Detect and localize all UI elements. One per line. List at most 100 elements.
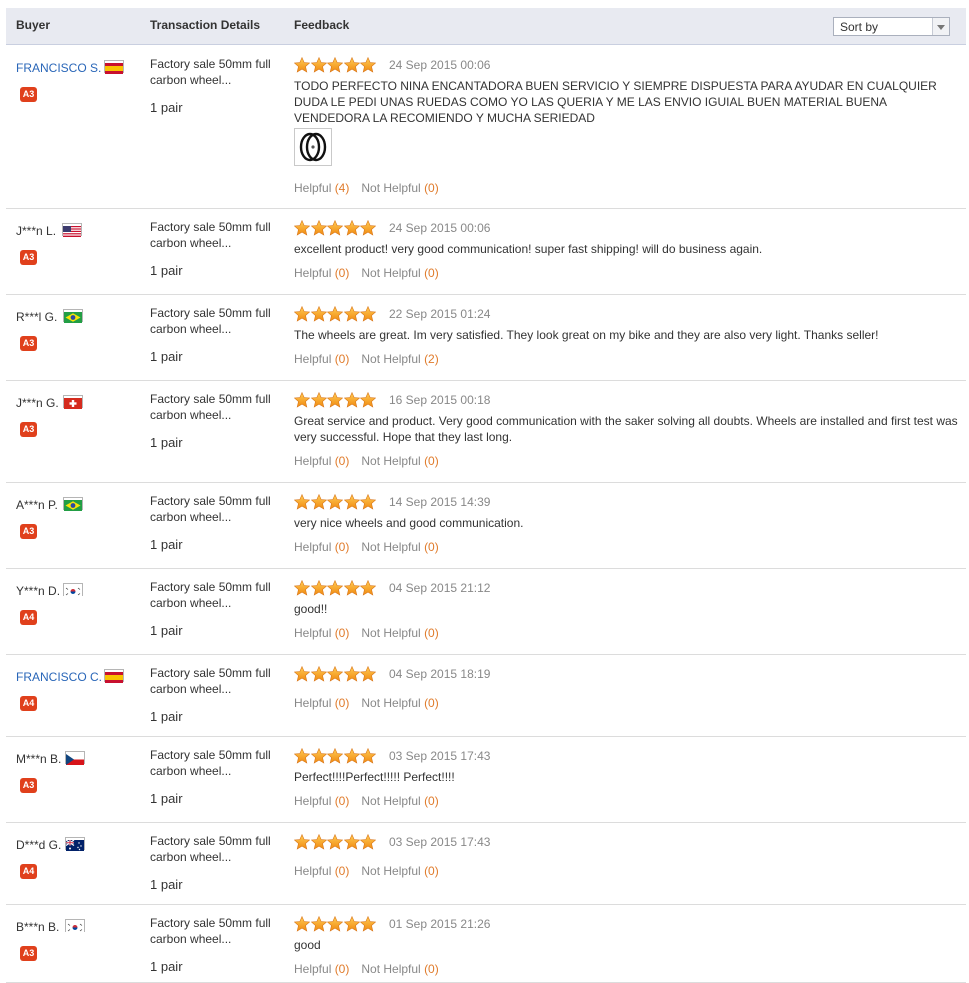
helpful-count: (0) <box>334 540 350 554</box>
buyer-name: M***n B. <box>16 752 62 766</box>
helpful-button[interactable]: Helpful <box>294 181 335 195</box>
buyer-column-header: Buyer <box>16 18 51 32</box>
product-link[interactable]: Factory sale 50mm full carbon wheel... <box>150 833 285 865</box>
not-helpful-button[interactable]: Not Helpful <box>361 352 424 366</box>
helpful-button[interactable]: Helpful <box>294 696 335 710</box>
star-icon <box>343 665 360 682</box>
buyer-level-badge: A4 <box>20 610 37 625</box>
not-helpful-button[interactable]: Not Helpful <box>361 794 424 808</box>
review-date: 03 Sep 2015 17:43 <box>389 835 491 849</box>
chevron-down-icon[interactable] <box>932 18 949 35</box>
star-icon <box>293 391 311 408</box>
star-icon <box>310 915 327 932</box>
product-link[interactable]: Factory sale 50mm full carbon wheel... <box>150 56 285 88</box>
star-icon <box>359 747 377 764</box>
not-helpful-button[interactable]: Not Helpful <box>361 181 424 195</box>
flag-au-icon <box>65 837 85 851</box>
product-link[interactable]: Factory sale 50mm full carbon wheel... <box>150 493 285 525</box>
product-link[interactable]: Factory sale 50mm full carbon wheel... <box>150 915 285 947</box>
helpful-button[interactable]: Helpful <box>294 454 335 468</box>
flag-kr-icon <box>63 583 83 597</box>
star-icon <box>343 579 360 596</box>
buyer-name[interactable]: FRANCISCO S. <box>16 61 101 75</box>
order-quantity: 1 pair <box>150 623 183 638</box>
helpful-button[interactable]: Helpful <box>294 962 335 976</box>
review-date: 24 Sep 2015 00:06 <box>389 221 491 235</box>
order-quantity: 1 pair <box>150 100 183 115</box>
helpful-votes: Helpful (0) Not Helpful (0) <box>294 266 439 280</box>
feedback-text: Great service and product. Very good com… <box>294 414 958 444</box>
feedback-text: TODO PERFECTO NINA ENCANTADORA BUEN SERV… <box>294 79 937 125</box>
star-icon <box>359 56 377 73</box>
helpful-button[interactable]: Helpful <box>294 794 335 808</box>
product-link[interactable]: Factory sale 50mm full carbon wheel... <box>150 665 285 697</box>
review-date: 16 Sep 2015 00:18 <box>389 393 491 407</box>
wheel-photo-thumbnail[interactable] <box>294 128 332 166</box>
product-link[interactable]: Factory sale 50mm full carbon wheel... <box>150 305 285 337</box>
star-icon <box>343 56 360 73</box>
buyer-level-badge: A3 <box>20 250 37 265</box>
review-date: 24 Sep 2015 00:06 <box>389 58 491 72</box>
review-row: J***n L. A3 Factory sale 50mm full carbon … <box>6 208 966 295</box>
buyer-name: R***l G. <box>16 310 58 324</box>
star-icon <box>293 665 311 682</box>
not-helpful-button[interactable]: Not Helpful <box>361 454 424 468</box>
flag-es-icon <box>104 60 124 74</box>
buyer-name: J***n L. <box>16 224 57 238</box>
flag-es-icon <box>104 669 124 683</box>
star-icon <box>359 915 377 932</box>
review-row: FRANCISCO C. A4 Factory sale 50mm full car… <box>6 654 966 737</box>
feedback-text: Perfect!!!!Perfect!!!!! Perfect!!!! <box>294 770 455 784</box>
not-helpful-button[interactable]: Not Helpful <box>361 696 424 710</box>
helpful-votes: Helpful (0) Not Helpful (0) <box>294 962 439 976</box>
feedback-text: very nice wheels and good communication. <box>294 516 524 530</box>
sort-dropdown[interactable]: Sort by <box>833 17 950 36</box>
order-quantity: 1 pair <box>150 791 183 806</box>
not-helpful-button[interactable]: Not Helpful <box>361 266 424 280</box>
star-icon <box>293 747 311 764</box>
product-link[interactable]: Factory sale 50mm full carbon wheel... <box>150 219 285 251</box>
feedback-column-header: Feedback <box>294 18 350 32</box>
star-rating <box>293 493 377 510</box>
star-icon <box>326 833 344 850</box>
not-helpful-button[interactable]: Not Helpful <box>361 540 424 554</box>
star-icon <box>359 579 377 596</box>
star-icon <box>310 219 327 236</box>
helpful-button[interactable]: Helpful <box>294 352 335 366</box>
not-helpful-count: (0) <box>424 696 439 710</box>
helpful-button[interactable]: Helpful <box>294 626 335 640</box>
helpful-button[interactable]: Helpful <box>294 266 335 280</box>
helpful-votes: Helpful (0) Not Helpful (2) <box>294 352 439 366</box>
review-date: 01 Sep 2015 21:26 <box>389 917 491 931</box>
product-link[interactable]: Factory sale 50mm full carbon wheel... <box>150 579 285 611</box>
star-icon <box>293 833 311 850</box>
not-helpful-count: (0) <box>424 962 439 976</box>
star-rating <box>293 305 377 322</box>
star-icon <box>293 56 311 73</box>
star-icon <box>326 219 344 236</box>
helpful-button[interactable]: Helpful <box>294 540 335 554</box>
star-icon <box>343 915 360 932</box>
star-rating <box>293 747 377 764</box>
review-date: 14 Sep 2015 14:39 <box>389 495 491 509</box>
star-icon <box>326 56 344 73</box>
star-icon <box>343 305 360 322</box>
order-quantity: 1 pair <box>150 709 183 724</box>
product-link[interactable]: Factory sale 50mm full carbon wheel... <box>150 391 285 423</box>
helpful-button[interactable]: Helpful <box>294 864 335 878</box>
buyer-name[interactable]: FRANCISCO C. <box>16 670 102 684</box>
not-helpful-button[interactable]: Not Helpful <box>361 962 424 976</box>
review-row: Y***n D. A4 Factory sale 50mm full carbon … <box>6 568 966 655</box>
feedback-text: The wheels are great. Im very satisfied.… <box>294 328 879 342</box>
feedback-table-header: Buyer Transaction Details Feedback Sort … <box>6 8 966 45</box>
not-helpful-count: (0) <box>424 794 439 808</box>
buyer-name: B***n B. <box>16 920 60 934</box>
helpful-votes: Helpful (0) Not Helpful (0) <box>294 626 439 640</box>
star-icon <box>310 493 327 510</box>
not-helpful-button[interactable]: Not Helpful <box>361 626 424 640</box>
feedback-text: good <box>294 938 321 952</box>
star-icon <box>343 833 360 850</box>
product-link[interactable]: Factory sale 50mm full carbon wheel... <box>150 747 285 779</box>
buyer-level-badge: A3 <box>20 946 37 961</box>
not-helpful-button[interactable]: Not Helpful <box>361 864 424 878</box>
